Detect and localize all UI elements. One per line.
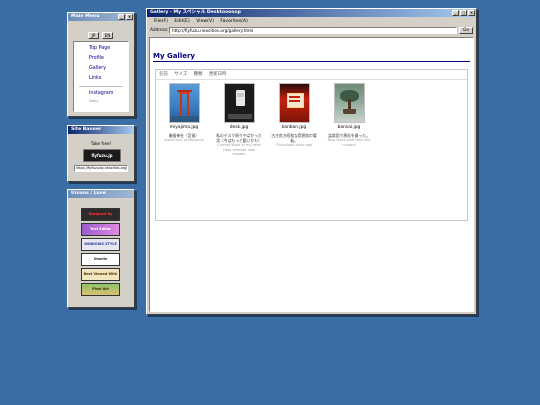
filename: bonsai.jpg	[337, 125, 361, 130]
site-banner-image[interactable]: fiyfuzu.jp	[83, 149, 121, 162]
col-type[interactable]: 種類	[194, 72, 203, 77]
nav-instagram[interactable]: Instagram	[89, 91, 113, 96]
minimize-icon[interactable]: _	[452, 10, 459, 16]
gallery-item-desk[interactable]: desk.jpg 私のデスク周りやばかった笑（今はもっと酷いかも） Curren…	[216, 83, 262, 157]
caption-en: Old-school shop sign	[275, 143, 313, 147]
nav-gallery[interactable]: Gallery	[89, 66, 106, 71]
main-menu-titlebar[interactable]: Main Menu _ ×	[68, 13, 134, 21]
browser-content: My Gallery 名前 サイズ 種類 更新日時 miyajima.jpg 厳…	[149, 37, 474, 312]
col-modified[interactable]: 更新日時	[209, 72, 227, 77]
main-menu-title: Main Menu	[71, 14, 100, 19]
banner-text: fiyfuzu.jp	[91, 153, 113, 158]
browser-title: Gallery - My スペシャル Desktooooop	[150, 10, 241, 15]
site-banner-window: Site Banner Take free! fiyfuzu.jp https:…	[67, 125, 135, 182]
badge-best-viewed[interactable]: Best Viewed With Eyes	[81, 268, 120, 281]
nav-top-page[interactable]: Top Page	[89, 46, 110, 51]
browser-menubar: File(F) Edit(E) View(V) Favorites(A)	[149, 18, 474, 25]
maximize-icon[interactable]: □	[460, 10, 467, 16]
caption-jp: 私のデスク周りやばかった笑（今はもっと酷いかも）	[216, 133, 262, 143]
gallery-item-miyajima[interactable]: miyajima.jpg 厳島神社（宮島） Iconic torii of Mi…	[161, 83, 207, 143]
minimize-icon[interactable]: _	[118, 14, 125, 20]
unions-titlebar[interactable]: Unions / Love	[68, 190, 134, 198]
caption-jp: 古き良き昭和な雰囲気の看板。	[271, 133, 317, 143]
lang-jp-button[interactable]: JP	[88, 32, 99, 39]
badge-doodle[interactable]: Doodle	[81, 253, 120, 266]
take-free-label: Take free!	[90, 141, 112, 146]
banner-url-field[interactable]: https://fiyfuzuzip.neocities.org/	[74, 165, 128, 172]
gallery-item-kanban[interactable]: kanban.jpg 古き良き昭和な雰囲気の看板。 Old-school sho…	[271, 83, 317, 148]
badge-windows-style[interactable]: WINDOWS STYLE 1999	[81, 238, 120, 251]
filename: kanban.jpg	[281, 125, 307, 130]
filename: miyajima.jpg	[169, 125, 199, 130]
caption-en: New black pine from the nursery	[327, 138, 371, 147]
caption-en: Current state of my desk (way messier no…	[217, 143, 261, 157]
desk-thumbnail[interactable]	[223, 83, 255, 123]
nav-profile[interactable]: Profile	[89, 56, 104, 61]
col-name[interactable]: 名前	[159, 72, 168, 77]
site-banner-titlebar[interactable]: Site Banner	[68, 126, 134, 134]
menu-edit[interactable]: Edit(E)	[174, 19, 189, 24]
badge-text-editor[interactable]: Text Editor	[81, 223, 120, 236]
nav-divider	[79, 86, 123, 87]
unions-title: Unions / Love	[71, 191, 106, 196]
main-menu-nav: Top Page Profile Gallery Links Instagram…	[73, 41, 129, 112]
column-headers: 名前 サイズ 種類 更新日時	[156, 70, 467, 80]
col-size[interactable]: サイズ	[174, 72, 187, 77]
browser-window: Gallery - My スペシャル Desktooooop _ □ × Fil…	[146, 8, 477, 315]
unions-window: Unions / Love Designed by Macintosh Text…	[67, 189, 135, 308]
address-input[interactable]: http://fiyfuzu.neocities.org/gallery.htm…	[169, 27, 457, 34]
browser-titlebar[interactable]: Gallery - My スペシャル Desktooooop _ □ ×	[147, 9, 476, 17]
page-title: My Gallery	[153, 52, 470, 62]
menu-favorites[interactable]: Favorites(A)	[220, 19, 247, 24]
lang-en-button[interactable]: EN	[102, 32, 113, 39]
go-button[interactable]: Go	[459, 27, 473, 34]
gallery-item-bonsai[interactable]: bonsai.jpg 盆栽園で黒松を買った。 New black pine fr…	[326, 83, 372, 147]
kanban-thumbnail[interactable]	[278, 83, 310, 123]
bonsai-thumbnail[interactable]	[333, 83, 365, 123]
menu-view[interactable]: View(V)	[196, 19, 214, 24]
main-menu-window: Main Menu _ × JP EN Top Page Profile Gal…	[67, 12, 135, 117]
address-bar: Address: http://fiyfuzu.neocities.org/ga…	[149, 26, 474, 35]
menu-file[interactable]: File(F)	[154, 19, 168, 24]
close-icon[interactable]: ×	[468, 10, 475, 16]
gallery-view: 名前 サイズ 種類 更新日時 miyajima.jpg 厳島神社（宮島） Ico…	[155, 69, 468, 221]
close-icon[interactable]: ×	[126, 14, 133, 20]
miyajima-thumbnail[interactable]	[168, 83, 200, 123]
caption-en: Iconic torii of Miyajima	[164, 138, 204, 142]
badge-designed-by-mac[interactable]: Designed by Macintosh	[81, 208, 120, 221]
nav-instagram-sub: Daily	[89, 98, 99, 103]
nav-links[interactable]: Links	[89, 76, 101, 81]
badge-pixel-art[interactable]: Pixel Art	[81, 283, 120, 296]
site-banner-title: Site Banner	[71, 127, 102, 132]
address-label: Address:	[150, 28, 169, 33]
filename: desk.jpg	[229, 125, 249, 130]
